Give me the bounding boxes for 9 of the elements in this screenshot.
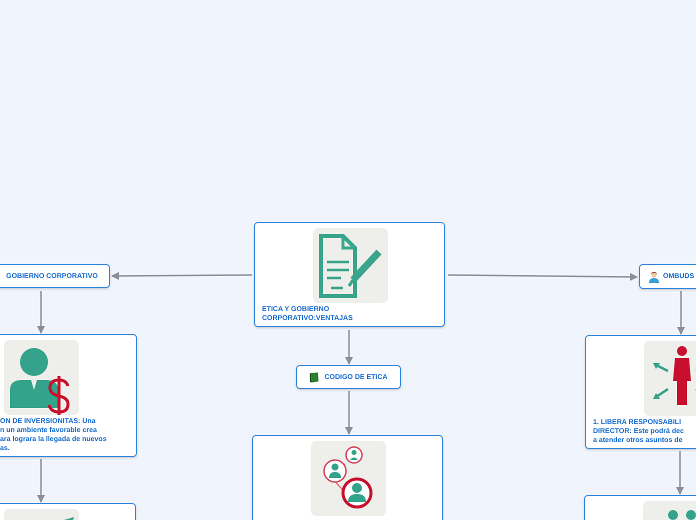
connector-arrow (37, 291, 45, 334)
connector-arrow (345, 391, 353, 435)
connector-arrow (677, 291, 685, 335)
person-icon (648, 270, 660, 282)
connector-arrow (345, 330, 353, 365)
idea-card[interactable] (252, 435, 443, 520)
connector-arrow (676, 451, 684, 495)
book-icon (309, 372, 320, 382)
connector-arrow (37, 459, 45, 503)
